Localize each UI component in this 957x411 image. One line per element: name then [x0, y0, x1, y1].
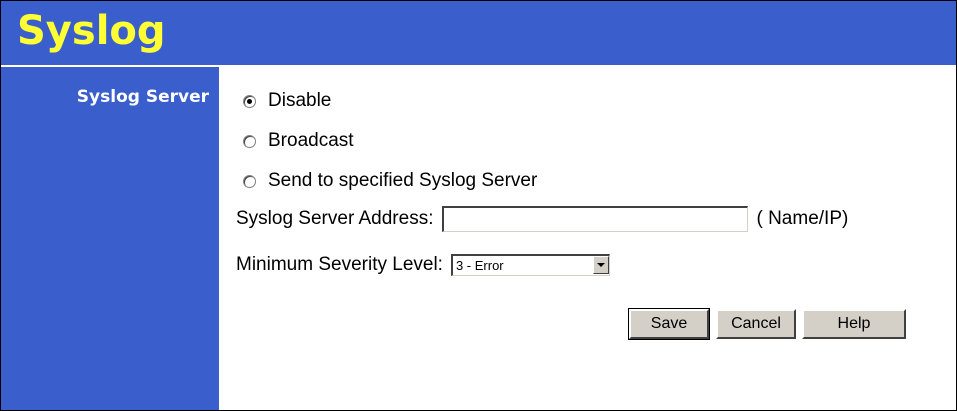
radio-send[interactable]	[243, 174, 256, 188]
cancel-button[interactable]: Cancel	[716, 309, 796, 339]
option-disable-label: Disable	[268, 90, 332, 111]
chevron-down-icon[interactable]	[592, 256, 609, 274]
address-row: Syslog Server Address: ( Name/IP)	[236, 204, 848, 234]
section-label: Syslog Server	[76, 87, 209, 107]
option-broadcast-label: Broadcast	[268, 130, 354, 151]
help-button[interactable]: Help	[802, 309, 906, 339]
radio-disable[interactable]	[243, 94, 256, 108]
option-disable[interactable]: Disable	[243, 90, 331, 112]
syslog-address-input[interactable]	[442, 206, 749, 232]
option-broadcast[interactable]: Broadcast	[243, 130, 354, 152]
option-send[interactable]: Send to specified Syslog Server	[243, 170, 537, 192]
save-button[interactable]: Save	[628, 308, 710, 340]
option-send-label: Send to specified Syslog Server	[268, 170, 538, 191]
settings-panel: Disable Broadcast Send to specified Sysl…	[219, 67, 956, 410]
radio-broadcast[interactable]	[243, 134, 256, 148]
severity-row: Minimum Severity Level: 3 - Error	[236, 250, 610, 280]
syslog-page: Syslog Syslog Server Disable Broadcast S…	[0, 0, 957, 411]
address-label: Syslog Server Address:	[236, 208, 434, 229]
page-header: Syslog	[1, 1, 956, 65]
severity-label: Minimum Severity Level:	[236, 254, 443, 275]
severity-value: 3 - Error	[455, 258, 504, 273]
sidebar: Syslog Server	[1, 67, 219, 410]
page-title: Syslog	[17, 8, 166, 54]
address-suffix: ( Name/IP)	[756, 208, 849, 229]
severity-select[interactable]: 3 - Error	[450, 254, 610, 276]
